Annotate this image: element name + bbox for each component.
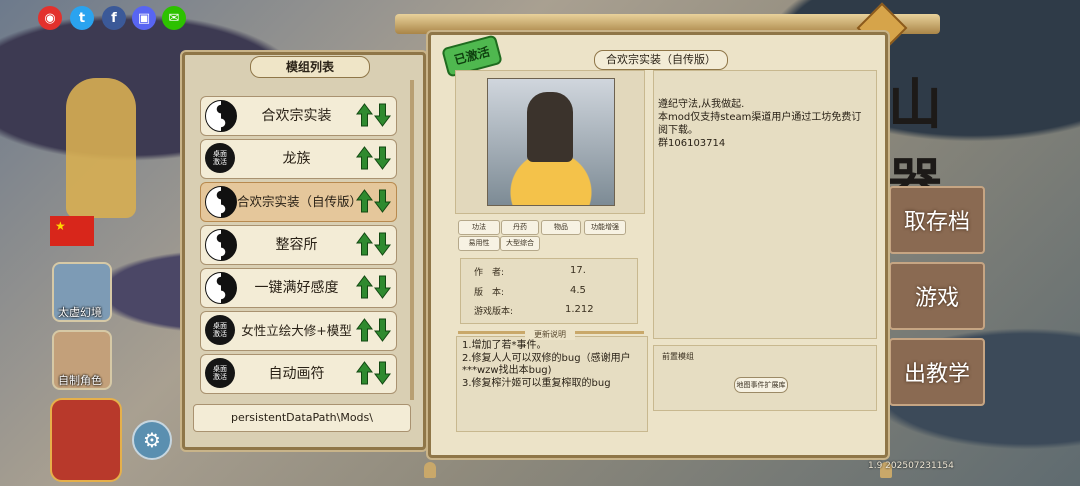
version-label: 版 本: [474,288,505,298]
menu-tutorial[interactable]: 出教学 [889,338,985,406]
discord-icon[interactable]: ▣ [132,6,156,30]
mod-name: 合欢宗实装（自传版） [237,194,363,209]
game-version-label: 游戏版本: [474,307,514,317]
taiji-icon [205,272,237,304]
move-down-arrow-icon[interactable] [374,232,391,256]
preview-figure [527,92,573,162]
move-up-arrow-icon[interactable] [356,232,373,256]
move-down-arrow-icon[interactable] [374,146,391,170]
changelog-title: 更新说明 [525,329,575,340]
tag: 功法 [458,220,500,235]
tag: 功能增强 [584,220,626,235]
mod-name: 一键满好感度 [254,280,339,296]
lion-mascot[interactable] [50,398,122,482]
tag: 大型综合 [500,236,540,251]
reorder-arrows [356,318,392,344]
tag: 丹药 [501,220,539,235]
language-flag[interactable]: ★ [50,216,94,246]
game-version-value: 1.212 [565,304,594,315]
title-logo: 山器 [888,73,942,215]
mod-list-item[interactable]: 桌面 激活 女性立绘大修+模型 [200,311,397,351]
move-up-arrow-icon[interactable] [356,103,373,127]
mod-name: 女性立绘大修+模型 [241,323,352,338]
mod-description: 遵纪守法,从我做起. 本mod仅支持steam渠道用户通过工坊免费订阅下载。 群… [658,99,862,149]
settings-gear-icon[interactable]: ⚙ [132,420,172,460]
mod-badge-icon: 桌面 激活 [205,358,235,388]
mod-badge-icon: 桌面 激活 [205,315,235,345]
move-down-arrow-icon[interactable] [374,275,391,299]
changelog-text: 1.增加了若*事件。 2.修复人人可以双修的bug（感谢用户***wzw找出本b… [462,340,631,389]
reorder-arrows [356,103,392,129]
character-art [66,78,136,218]
mod-list-item[interactable]: 桌面 激活 龙族 [200,139,397,179]
build-version: 1.9 202507231154 [868,461,954,471]
mod-list-title: 模组列表 [250,56,370,78]
mod-detail-title: 合欢宗实装（自传版） [594,50,728,70]
mod-list-scrollbar[interactable] [410,80,414,400]
header-scroll-bar [395,14,940,34]
facebook-icon[interactable]: f [102,6,126,30]
move-down-arrow-icon[interactable] [374,361,391,385]
mod-list-item[interactable]: 一键满好感度 [200,268,397,308]
taiji-icon [205,186,237,218]
reorder-arrows [356,189,392,215]
taiji-icon [205,229,237,261]
twitter-icon[interactable]: t [70,6,94,30]
move-up-arrow-icon[interactable] [356,275,373,299]
move-up-arrow-icon[interactable] [356,189,373,213]
author-label: 作 者: [474,268,505,278]
tag: 物品 [541,220,581,235]
taiji-icon [205,100,237,132]
mod-list-item[interactable]: 合欢宗实装（自传版） [200,182,397,222]
menu-load-save[interactable]: 取存档 [889,186,985,254]
move-up-arrow-icon[interactable] [356,146,373,170]
taixu-label: 太虚幻境 [58,306,102,319]
prerequisite-label: 前置模组 [662,352,694,361]
mod-list-item[interactable]: 整容所 [200,225,397,265]
mod-list-item[interactable]: 合欢宗实装 [200,96,397,136]
custom-character-label: 自制角色 [58,374,102,387]
prerequisite-mod[interactable]: 地图事件扩展库 [734,377,788,393]
mod-name: 合欢宗实装 [261,108,332,124]
mod-name: 整容所 [275,237,318,253]
weibo-icon[interactable]: ◉ [38,6,62,30]
reorder-arrows [356,146,392,172]
reorder-arrows [356,275,392,301]
wechat-icon[interactable]: ✉ [162,6,186,30]
reorder-arrows [356,361,392,387]
menu-game[interactable]: 游戏 [889,262,985,330]
move-down-arrow-icon[interactable] [374,189,391,213]
move-down-arrow-icon[interactable] [374,318,391,342]
move-down-arrow-icon[interactable] [374,103,391,127]
move-up-arrow-icon[interactable] [356,318,373,342]
tag: 易用性 [458,236,500,251]
bell-ornament [424,462,436,478]
author-value: 17. [570,265,586,276]
mod-name: 自动画符 [268,366,325,382]
reorder-arrows [356,232,392,258]
mods-path-field[interactable]: persistentDataPath\Mods\ [193,404,411,432]
move-up-arrow-icon[interactable] [356,361,373,385]
version-value: 4.5 [570,285,586,296]
mod-name: 龙族 [282,151,311,167]
mod-badge-icon: 桌面 激活 [205,143,235,173]
mod-list-item[interactable]: 桌面 激活 自动画符 [200,354,397,394]
